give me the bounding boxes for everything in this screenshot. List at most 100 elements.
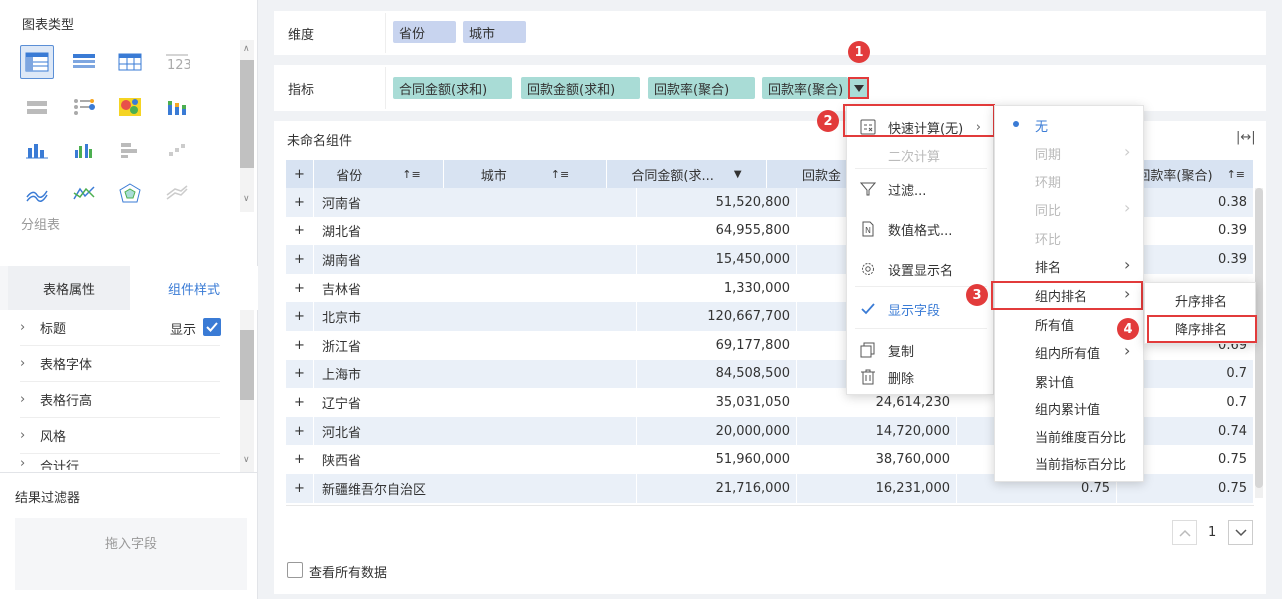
- fit-width-icon[interactable]: |↔|: [1236, 130, 1256, 145]
- chevron-right-icon: ›: [20, 356, 26, 371]
- col-header-province[interactable]: 省份 ↑≡: [314, 160, 444, 188]
- menu-item-delete[interactable]: 删除: [847, 364, 914, 390]
- tab-component-style[interactable]: 组件样式: [130, 266, 258, 310]
- indicator-pill-payment[interactable]: 回款金额(求和): [521, 77, 640, 99]
- expand-row-icon[interactable]: +: [286, 188, 314, 217]
- view-all-checkbox[interactable]: [287, 562, 303, 578]
- sort-desc-icon[interactable]: ▼: [734, 169, 742, 180]
- line-chart-icon[interactable]: [20, 176, 54, 210]
- cell-contract: 35,031,050: [637, 388, 797, 417]
- style-row-row-height[interactable]: › 表格行高: [20, 382, 220, 418]
- col-header-city[interactable]: 城市 ↑≡: [444, 160, 607, 188]
- scatter-icon[interactable]: [160, 133, 194, 167]
- menu-item-ind-percent[interactable]: 当前指标百分比: [1035, 454, 1135, 473]
- scroll-down-icon[interactable]: ∨: [243, 455, 250, 465]
- divider: [855, 328, 987, 329]
- expand-row-icon[interactable]: +: [286, 216, 314, 246]
- menu-item-dim-percent[interactable]: 当前维度百分比: [1035, 427, 1135, 446]
- menu-item-label: 所有值: [1035, 318, 1075, 334]
- radar-chart-icon[interactable]: [113, 176, 147, 210]
- divider: [286, 505, 1254, 506]
- style-row-label: 表格行高: [40, 394, 93, 409]
- view-all-label: 查看所有数据: [309, 566, 388, 581]
- scrollbar-thumb[interactable]: [240, 330, 254, 400]
- menu-item-label: 组内所有值: [1035, 346, 1101, 362]
- style-row-font[interactable]: › 表格字体: [20, 346, 220, 382]
- cell-province: 辽宁省: [314, 388, 637, 417]
- menu-item-label: 设置显示名: [888, 263, 954, 279]
- highlight-box-group-rank: [991, 281, 1143, 310]
- cell-province: 湖北省: [314, 216, 637, 246]
- expand-row-icon[interactable]: +: [286, 302, 314, 331]
- menu-item-none[interactable]: 无: [1035, 116, 1135, 135]
- dimension-pill-city[interactable]: 城市: [463, 21, 526, 43]
- menu-item-group-cumulative[interactable]: 组内累计值: [1035, 399, 1135, 418]
- next-page-button[interactable]: [1228, 520, 1253, 545]
- menu-item-show-field[interactable]: 显示字段: [847, 296, 940, 322]
- cell-contract: 20,000,000: [637, 416, 797, 446]
- widget-title: 未命名组件: [287, 134, 353, 149]
- table-chart-icon[interactable]: [20, 45, 54, 79]
- cross-table-icon[interactable]: [113, 45, 147, 79]
- style-scrollbar[interactable]: ∨: [240, 310, 254, 472]
- expand-row-icon[interactable]: +: [286, 359, 314, 389]
- expand-row-icon[interactable]: +: [286, 416, 314, 446]
- area-chart-icon[interactable]: [160, 176, 194, 210]
- heatmap-icon[interactable]: [113, 90, 147, 124]
- menu-item-label: 累计值: [1035, 375, 1075, 391]
- style-row-label: 表格字体: [40, 358, 93, 373]
- expand-row-icon[interactable]: +: [286, 331, 314, 360]
- menu-item-label: 当前指标百分比: [1035, 457, 1127, 473]
- indicator-pill-rate-2[interactable]: 回款率(聚合): [762, 77, 848, 99]
- menu-item-cumulative[interactable]: 累计值: [1035, 372, 1135, 391]
- expand-row-icon[interactable]: +: [286, 273, 314, 303]
- menu-item-group-all-values[interactable]: 组内所有值: [1035, 343, 1135, 362]
- detail-table-icon[interactable]: [67, 45, 101, 79]
- indicator-pill-contract[interactable]: 合同金额(求和): [393, 77, 512, 99]
- menu-item-number-format[interactable]: N 数值格式...: [847, 216, 952, 242]
- menu-item-filter[interactable]: 过滤...: [847, 176, 926, 202]
- tab-table-props[interactable]: 表格属性: [8, 266, 130, 310]
- menu-item-copy[interactable]: 复制: [847, 337, 914, 363]
- kpi-number-icon[interactable]: 123: [160, 45, 194, 79]
- sort-icon[interactable]: ↑≡: [402, 168, 420, 181]
- style-row-theme[interactable]: › 风格: [20, 418, 220, 454]
- sort-icon[interactable]: ↑≡: [551, 168, 569, 181]
- indicator-pill-rate[interactable]: 回款率(聚合): [648, 77, 755, 99]
- pill-dropdown-button[interactable]: [848, 77, 869, 99]
- chart-types-scrollbar[interactable]: ∧ ∨: [240, 40, 254, 212]
- col-header-contract[interactable]: 合同金额(求... ▼: [607, 160, 767, 188]
- drag-field-dropzone[interactable]: 拖入字段: [15, 518, 247, 590]
- style-row-total[interactable]: › 合计行: [20, 456, 79, 470]
- menu-item-mom: 环比: [1035, 229, 1135, 248]
- expand-all-icon[interactable]: +: [286, 160, 314, 188]
- text-widget-icon[interactable]: [20, 90, 54, 124]
- horizontal-bar-icon[interactable]: [113, 133, 147, 167]
- expand-row-icon[interactable]: +: [286, 445, 314, 474]
- expand-row-icon[interactable]: +: [286, 245, 314, 274]
- scroll-up-icon[interactable]: ∧: [243, 44, 250, 54]
- menu-item-label: 过滤...: [888, 183, 927, 199]
- expand-row-icon[interactable]: +: [286, 474, 314, 503]
- group-table-label: 分组表: [21, 218, 61, 233]
- cell-province: 上海市: [314, 359, 637, 389]
- scrollbar-thumb[interactable]: [240, 60, 254, 168]
- prev-page-button[interactable]: [1172, 520, 1197, 545]
- sort-icon[interactable]: ↑≡: [1227, 168, 1245, 181]
- show-title-checkbox[interactable]: [203, 318, 221, 336]
- polyline-chart-icon[interactable]: [67, 176, 101, 210]
- scroll-down-icon[interactable]: ∨: [243, 194, 250, 204]
- dimension-label: 维度: [288, 28, 315, 43]
- stacked-bar-icon[interactable]: [160, 90, 194, 124]
- menu-item-rank[interactable]: 排名: [1035, 257, 1135, 276]
- expand-row-icon[interactable]: +: [286, 388, 314, 417]
- chevron-right-icon: ›: [1124, 198, 1131, 217]
- grouped-bar-icon[interactable]: [67, 133, 101, 167]
- menu-item-display-name[interactable]: 设置显示名: [847, 256, 953, 282]
- bar-chart-icon[interactable]: [20, 133, 54, 167]
- dimension-pill-province[interactable]: 省份: [393, 21, 456, 43]
- list-icon[interactable]: [67, 90, 101, 124]
- menu-item-rank-asc[interactable]: 升序排名: [1145, 287, 1257, 313]
- table-scrollbar[interactable]: [1255, 188, 1263, 498]
- menu-item-label: 删除: [888, 371, 915, 387]
